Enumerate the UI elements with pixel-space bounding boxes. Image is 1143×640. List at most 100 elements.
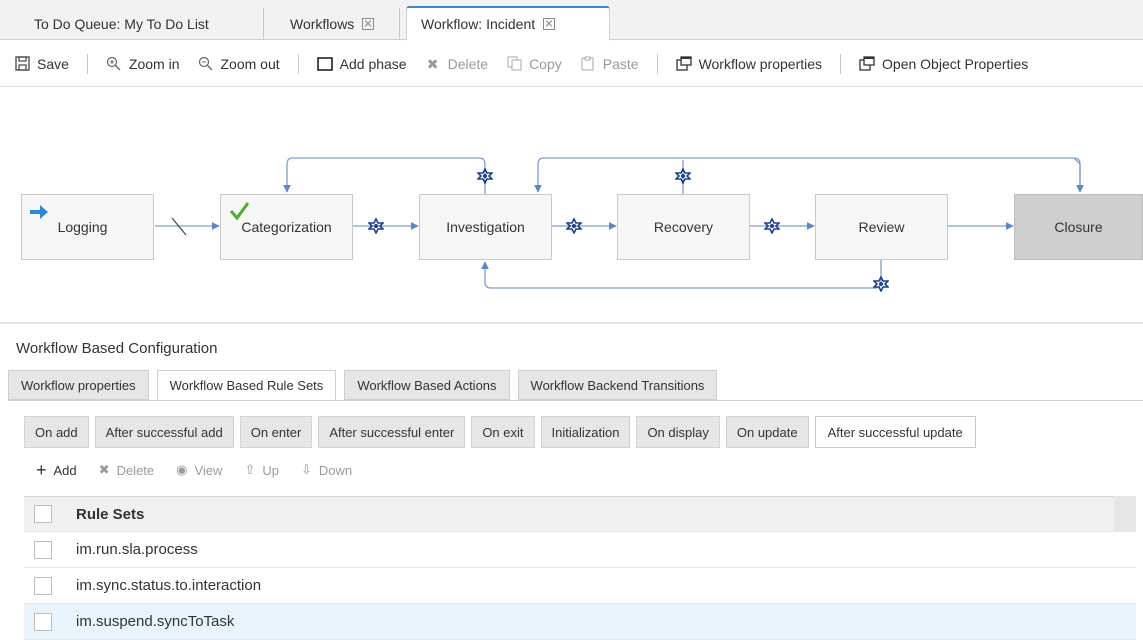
gear-icon[interactable] (764, 218, 780, 234)
add-phase-button[interactable]: Add phase (316, 55, 407, 72)
rule-sets-table: Rule Sets im.run.sla.process im.sync.sta… (24, 496, 1136, 640)
close-icon[interactable] (362, 18, 375, 30)
zoom-out-label: Zoom out (220, 55, 280, 72)
down-label: Down (318, 462, 353, 478)
select-all-checkbox[interactable] (34, 505, 52, 523)
zoom-out-icon (198, 56, 214, 72)
table-row[interactable]: im.suspend.syncToTask (24, 604, 1136, 640)
view-button[interactable]: ◉ View (176, 462, 222, 478)
tab-workflow-properties[interactable]: Workflow properties (8, 370, 149, 400)
plus-icon: + (36, 459, 47, 480)
rule-set-name: im.run.sla.process (76, 541, 198, 558)
section-title: Workflow Based Configuration (16, 340, 218, 357)
delete-icon: ✖ (426, 55, 439, 72)
phase-review[interactable]: Review (815, 194, 948, 260)
phase-logging[interactable]: Logging (21, 194, 154, 260)
arrow-down-icon: ⇩ (300, 462, 312, 477)
phase-recovery[interactable]: Recovery (617, 194, 750, 260)
tab-workflow-incident-label: Workflow: Incident (421, 16, 536, 32)
arrow-up-icon: ⇧ (244, 462, 256, 477)
subtab-on-enter[interactable]: On enter (239, 416, 313, 448)
event-tab-bar: On add After successful add On enter Aft… (24, 416, 982, 448)
phase-categorization[interactable]: Categorization (220, 194, 353, 260)
open-object-properties-button[interactable]: Open Object Properties (859, 56, 1028, 72)
close-icon[interactable] (543, 18, 556, 30)
gear-icon[interactable] (368, 218, 384, 234)
subtab-on-add[interactable]: On add (24, 416, 89, 448)
phase-label: Closure (1054, 219, 1103, 235)
down-button[interactable]: ⇩ Down (301, 462, 352, 478)
top-tab-bar: To Do Queue: My To Do List Workflows Wor… (0, 0, 1143, 41)
copy-label: Copy (529, 55, 562, 72)
table-row[interactable]: im.run.sla.process (24, 532, 1136, 568)
column-header-rule-sets[interactable]: Rule Sets (76, 506, 144, 523)
workflow-transitions (155, 157, 1084, 289)
paste-label: Paste (602, 55, 639, 72)
tab-workflow-rule-sets[interactable]: Workflow Based Rule Sets (156, 370, 337, 401)
workflow-toolbar: Save Zoom in Zoom out Add phase ✖ Delete… (0, 41, 1143, 87)
save-button[interactable]: Save (14, 56, 69, 72)
rule-set-actions: + Add ✖ Delete ◉ View ⇧ Up ⇩ Down (36, 458, 374, 482)
zoom-in-button[interactable]: Zoom in (106, 56, 180, 72)
rule-set-name: im.sync.status.to.interaction (76, 577, 262, 594)
workflow-properties-button[interactable]: Workflow properties (675, 55, 823, 72)
delete-button[interactable]: ✖ Delete (425, 56, 488, 72)
tab-todo-queue[interactable]: To Do Queue: My To Do List (20, 8, 264, 40)
subtab-after-successful-add[interactable]: After successful add (94, 416, 234, 448)
paste-button[interactable]: Paste (580, 56, 639, 72)
add-button[interactable]: + Add (36, 460, 77, 481)
row-checkbox[interactable] (34, 576, 52, 595)
phase-label: Categorization (241, 219, 332, 235)
splitter[interactable] (0, 322, 1143, 324)
zoom-in-icon (106, 56, 122, 72)
toolbar-separator (656, 53, 658, 74)
subtab-after-successful-update[interactable]: After successful update (814, 416, 976, 448)
delete-label: Delete (116, 462, 155, 478)
gear-icon[interactable] (873, 276, 889, 292)
zoom-in-label: Zoom in (128, 55, 180, 72)
view-label: View (194, 462, 223, 478)
phase-label: Review (858, 219, 905, 235)
tab-workflows[interactable]: Workflows (276, 8, 400, 40)
workflow-properties-label: Workflow properties (698, 55, 823, 72)
column-filler (1114, 496, 1136, 532)
eye-icon: ◉ (176, 462, 188, 477)
add-label: Add (53, 462, 77, 478)
subtab-on-update[interactable]: On update (725, 416, 809, 448)
subtab-initialization[interactable]: Initialization (540, 416, 631, 448)
workflow-canvas[interactable]: Logging Categorization Investigation Rec… (0, 88, 1143, 324)
subtab-on-display[interactable]: On display (636, 416, 720, 448)
toolbar-separator (297, 53, 299, 74)
up-button[interactable]: ⇧ Up (244, 462, 279, 478)
phase-investigation[interactable]: Investigation (419, 194, 552, 260)
zoom-out-button[interactable]: Zoom out (198, 56, 280, 72)
phase-closure[interactable]: Closure (1014, 194, 1143, 260)
properties-icon (675, 56, 692, 72)
tab-workflow-backend-transitions[interactable]: Workflow Backend Transitions (517, 370, 718, 400)
subtab-after-successful-enter[interactable]: After successful enter (318, 416, 466, 448)
table-header: Rule Sets (24, 496, 1136, 532)
row-checkbox[interactable] (34, 612, 52, 631)
up-label: Up (262, 462, 279, 478)
tab-todo-queue-label: To Do Queue: My To Do List (34, 16, 209, 32)
tab-workflow-actions[interactable]: Workflow Based Actions (344, 370, 510, 400)
phase-label: Recovery (653, 219, 714, 235)
gear-icon[interactable] (675, 168, 691, 184)
paste-icon (580, 56, 596, 72)
gear-icon[interactable] (566, 218, 582, 234)
rule-set-name: im.suspend.syncToTask (76, 613, 235, 630)
tab-workflow-incident[interactable]: Workflow: Incident (406, 6, 610, 41)
gear-icon[interactable] (477, 168, 493, 184)
subtab-on-exit[interactable]: On exit (471, 416, 535, 448)
delete-rule-button[interactable]: ✖ Delete (99, 462, 154, 478)
copy-button[interactable]: Copy (506, 56, 562, 72)
add-phase-label: Add phase (339, 55, 407, 72)
tab-bar-divider (8, 400, 1143, 401)
phase-label: Logging (57, 219, 108, 235)
delete-icon: ✖ (98, 462, 110, 477)
checkmark-icon (229, 201, 250, 224)
tab-workflows-label: Workflows (290, 16, 355, 32)
table-row[interactable]: im.sync.status.to.interaction (24, 568, 1136, 604)
row-checkbox[interactable] (34, 540, 52, 559)
save-icon (14, 56, 30, 72)
